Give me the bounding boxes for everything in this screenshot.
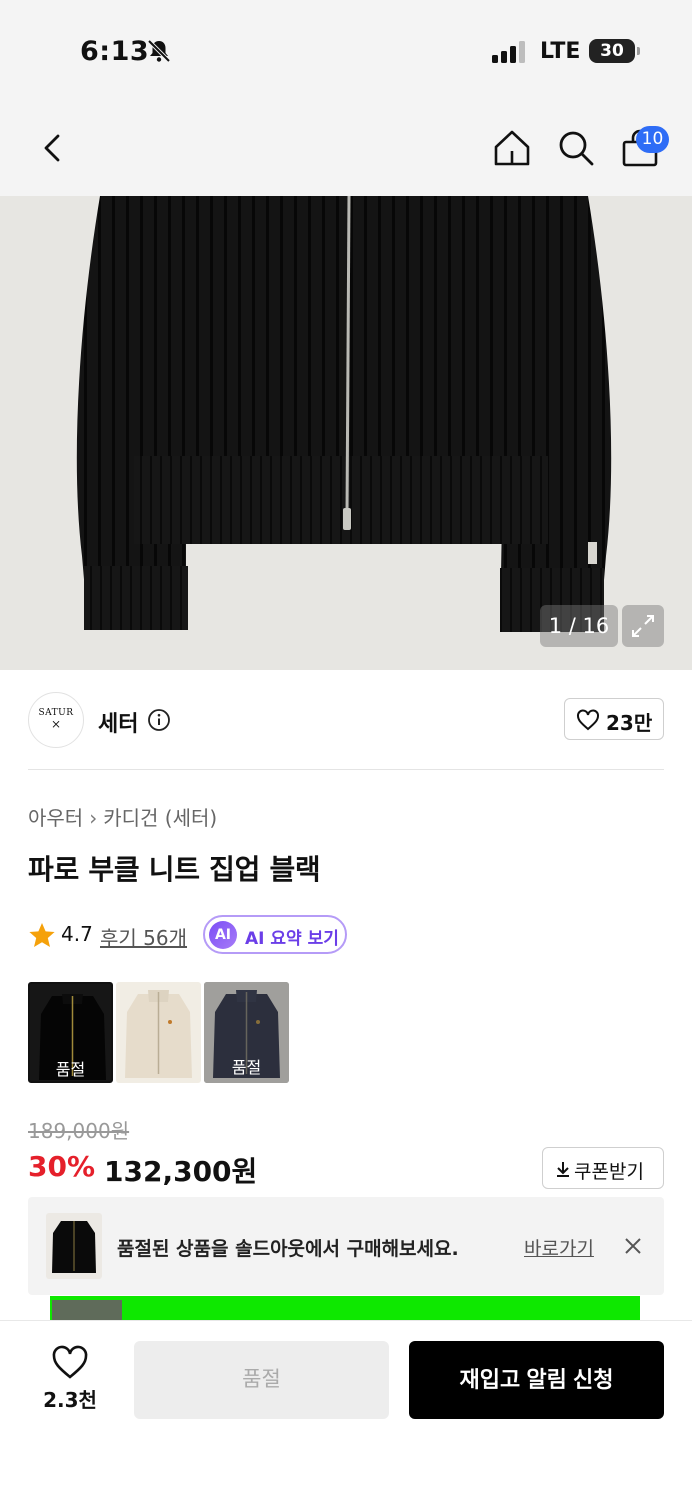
search-icon[interactable] <box>556 128 596 168</box>
bell-muted-icon <box>147 39 171 63</box>
color-option-ivory[interactable] <box>116 982 201 1083</box>
battery-icon: 30 <box>589 39 640 63</box>
expand-icon <box>632 615 654 637</box>
image-counter: 1 / 16 <box>540 605 618 647</box>
wish-count: 2.3천 <box>43 1388 97 1412</box>
ai-icon: AI <box>209 921 237 949</box>
cart-count-badge: 10 <box>636 126 669 153</box>
heart-icon <box>577 709 599 731</box>
brand-name[interactable]: 세터 <box>98 706 138 738</box>
review-count-link[interactable]: 후기 56개 <box>100 922 187 951</box>
close-icon[interactable] <box>622 1235 644 1257</box>
brand-logo[interactable]: SATUR ⨯ <box>28 692 84 748</box>
promo-thumbnail <box>52 1300 122 1320</box>
breadcrumb: 아우터 › 카디건 (세터) <box>28 802 217 831</box>
breadcrumb-item[interactable]: 카디건 (세터) <box>103 806 217 830</box>
chevron-right-icon: › <box>89 806 98 830</box>
rating-score: 4.7 <box>61 922 93 946</box>
soldout-label: 품절 <box>55 1060 86 1079</box>
star-icon <box>29 923 55 947</box>
home-icon[interactable] <box>492 128 532 168</box>
soldout-button[interactable]: 품절 <box>134 1341 389 1419</box>
product-image[interactable] <box>0 196 692 670</box>
status-time: 6:13 <box>80 36 150 67</box>
color-option-navy[interactable]: 품절 <box>204 982 289 1083</box>
soldout-label: 품절 <box>231 1058 262 1077</box>
discount-rate: 30% <box>28 1150 96 1183</box>
soldout-banner: 품절된 상품을 솔드아웃에서 구매해보세요. 바로가기 <box>28 1197 664 1295</box>
status-bar: 6:13 LTE 30 <box>0 0 692 100</box>
swatch-photo <box>125 990 192 1078</box>
brand-like-count: 23만 <box>606 711 653 735</box>
breadcrumb-item[interactable]: 아우터 <box>28 806 83 830</box>
heart-icon[interactable] <box>51 1344 89 1380</box>
coupon-label: 쿠폰받기 <box>574 1161 644 1183</box>
banner-thumbnail <box>46 1213 102 1279</box>
network-type: LTE <box>540 39 581 64</box>
back-icon[interactable] <box>34 128 74 168</box>
coupon-download-button[interactable]: 쿠폰받기 <box>542 1147 664 1189</box>
expand-button[interactable] <box>622 605 664 647</box>
restock-alert-button[interactable]: 재입고 알림 신청 <box>409 1341 664 1419</box>
signal-icon <box>492 41 525 63</box>
divider <box>28 769 664 770</box>
banner-go-link[interactable]: 바로가기 <box>524 1234 594 1261</box>
brand-logo-mark: ⨯ <box>50 717 62 731</box>
brand-like-button[interactable]: 23만 <box>564 698 664 740</box>
original-price: 189,000원 <box>28 1119 130 1143</box>
banner-message: 품절된 상품을 솔드아웃에서 구매해보세요. <box>117 1238 459 1260</box>
ai-summary-button[interactable]: AI AI 요약 보기 <box>203 915 347 954</box>
color-option-black[interactable]: 품절 <box>28 982 113 1083</box>
promo-banner[interactable] <box>50 1296 640 1320</box>
info-icon[interactable] <box>147 708 171 732</box>
sale-price: 132,300원 <box>104 1155 258 1188</box>
ai-summary-label: AI 요약 보기 <box>245 929 339 949</box>
download-icon <box>557 1162 569 1177</box>
top-nav-bar <box>0 100 692 196</box>
cardigan-photo <box>76 196 612 632</box>
product-title: 파로 부클 니트 집업 블랙 <box>28 853 321 886</box>
